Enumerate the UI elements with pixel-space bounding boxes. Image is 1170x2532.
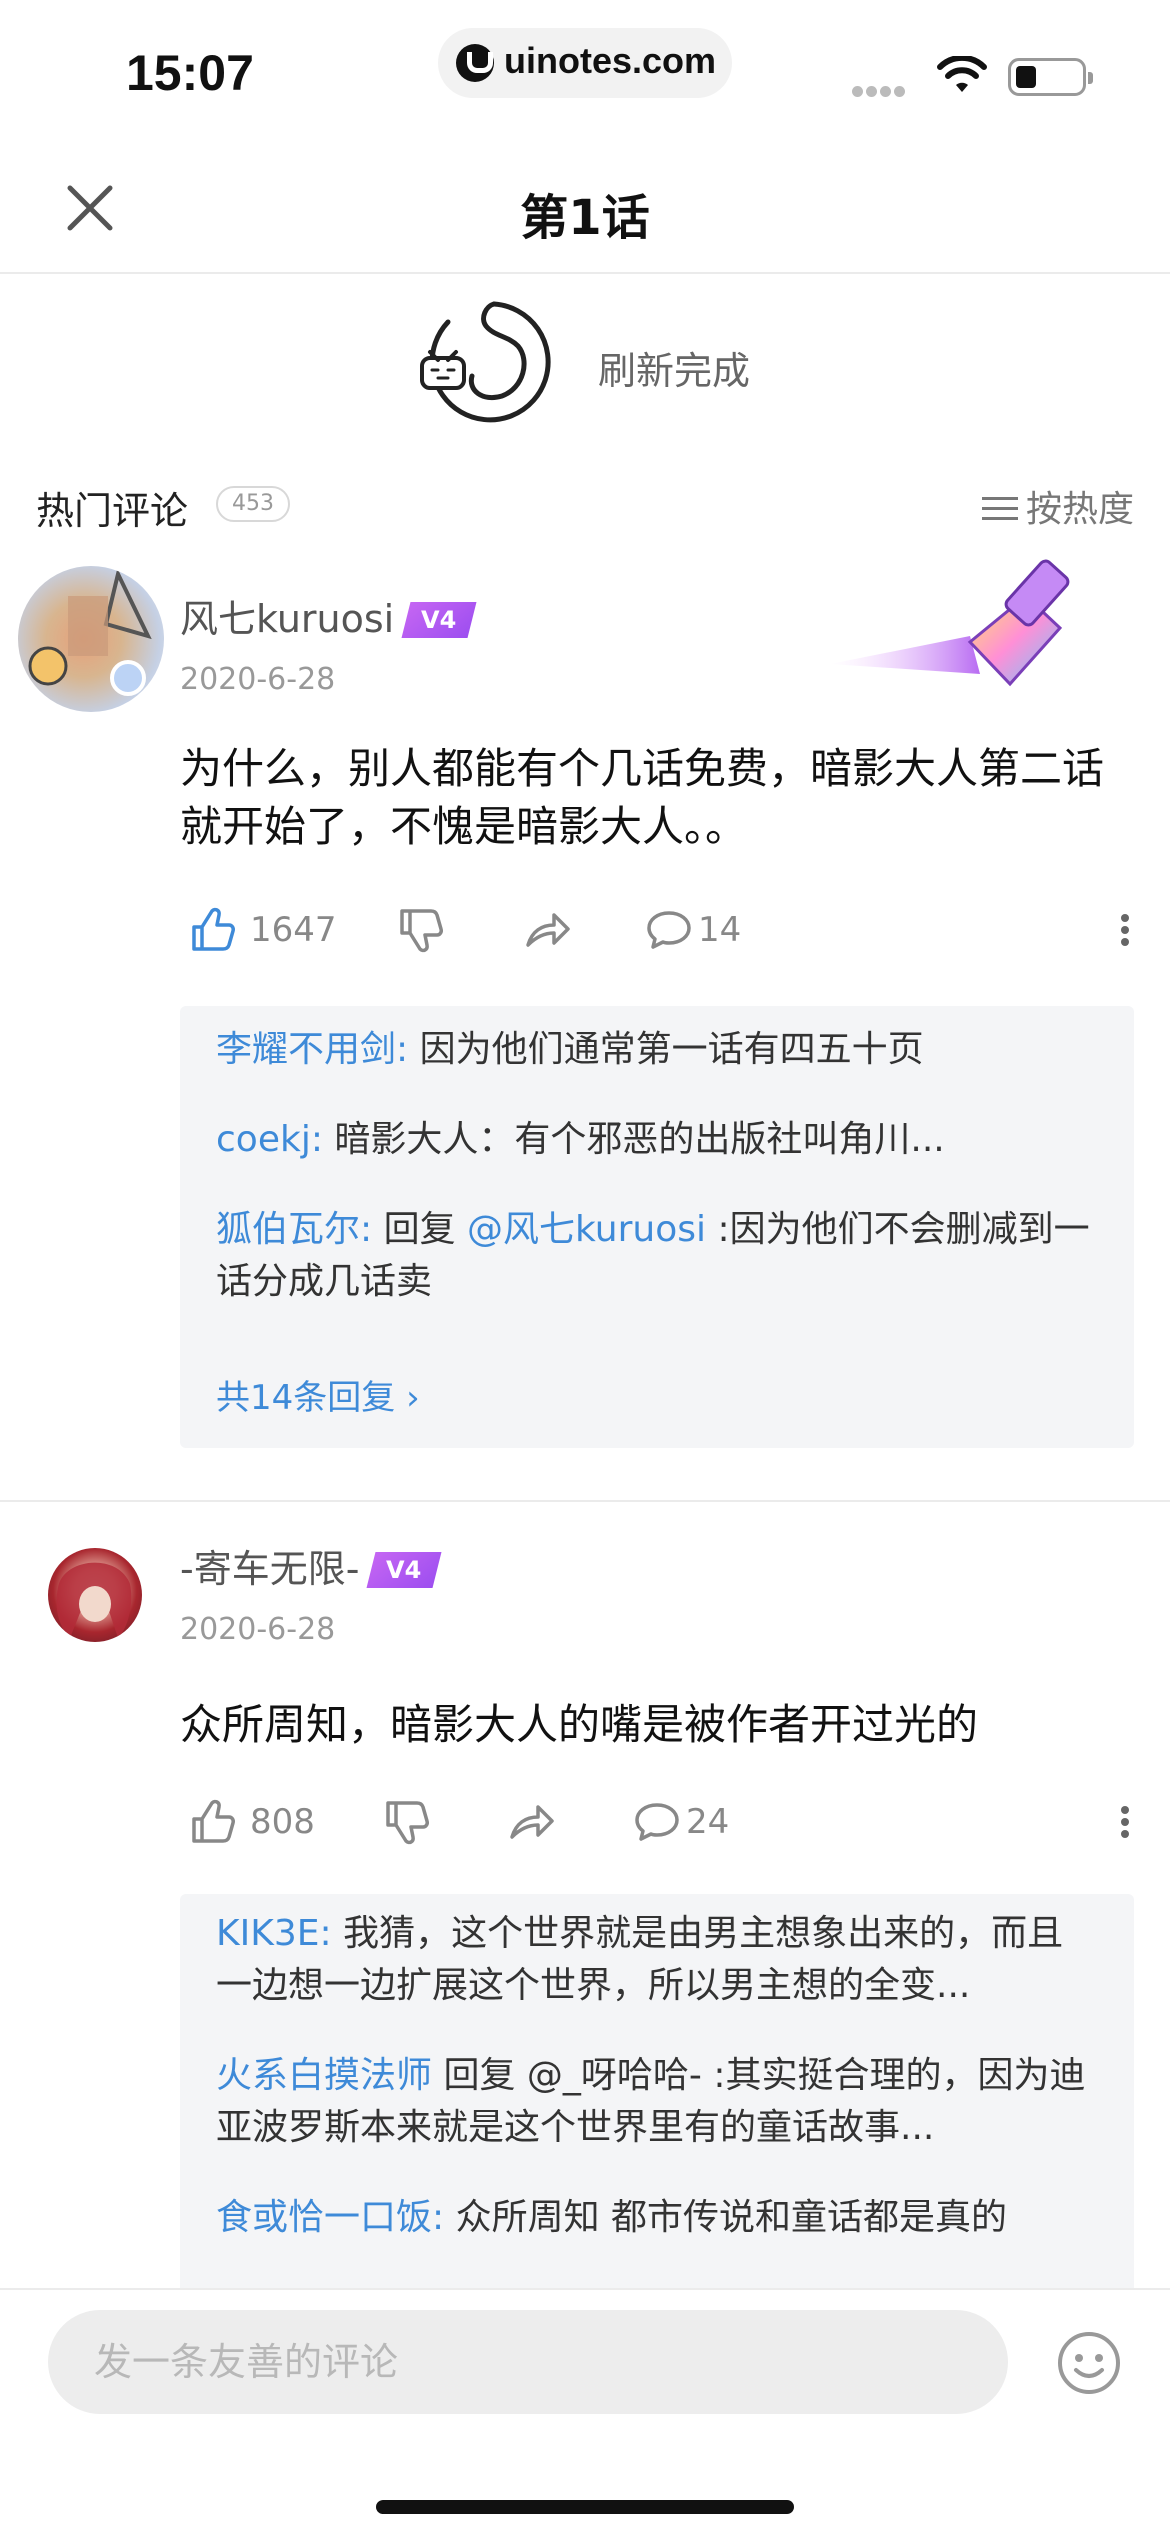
more-options-button[interactable] bbox=[1110, 900, 1140, 960]
comment-input[interactable] bbox=[48, 2310, 1008, 2414]
wifi-icon bbox=[937, 56, 987, 92]
paintbrush-decoration-icon bbox=[830, 559, 1070, 687]
refresh-indicator: 刷新完成 bbox=[0, 290, 1170, 450]
vip-level-badge: V4 bbox=[366, 1552, 442, 1588]
more-options-button[interactable] bbox=[1110, 1792, 1140, 1852]
thumbs-down-icon bbox=[386, 1801, 429, 1845]
dislike-button[interactable] bbox=[396, 900, 446, 960]
reply-preview-box: 李耀不用剑: 因为他们通常第一话有四五十页 coekj: 暗影大人：有个邪恶的出… bbox=[180, 1006, 1134, 1448]
reply-item[interactable]: 狐伯瓦尔: 回复 @风七kuruosi :因为他们不会删减到一话分成几话卖 bbox=[216, 1204, 1098, 1308]
like-count: 808 bbox=[250, 1802, 315, 1842]
username-text: 风七kuruosi bbox=[180, 597, 395, 641]
comment-item: 风七kuruosi V4 2020-6-28 为什么，别人都能有个几话免费，暗影大… bbox=[0, 559, 1170, 1490]
sort-label: 按热度 bbox=[1025, 489, 1134, 530]
sort-button[interactable]: 按热度 bbox=[981, 480, 1134, 532]
comment-section-header: 热门评论 453 按热度 bbox=[0, 472, 1170, 538]
comment-item: -寄车无限- V4 2020-6-28 众所周知，暗影大人的嘴是被作者开过光的 8… bbox=[0, 1502, 1170, 2314]
reply-item[interactable]: 食或恰一口饭: 众所周知 都市传说和童话都是真的 bbox=[216, 2192, 1098, 2244]
reply-prefix: 回复 bbox=[432, 2055, 527, 2096]
comment-content: 众所周知，暗影大人的嘴是被作者开过光的 bbox=[180, 1700, 979, 1749]
comment-actions: 808 24 bbox=[180, 1792, 1140, 1852]
comment-composer-bar bbox=[0, 2288, 1170, 2532]
battery-icon bbox=[1008, 58, 1093, 96]
refresh-status-text: 刷新完成 bbox=[598, 349, 751, 393]
thumbs-up-icon bbox=[192, 907, 235, 951]
reply-button[interactable]: 14 bbox=[644, 900, 741, 960]
vip-level-badge: V4 bbox=[401, 602, 477, 638]
reply-item[interactable]: KIK3E: 我猜，这个世界就是由男主想象出来的，而且一边想一边扩展这个世界，所… bbox=[216, 1908, 1098, 2012]
site-logo-icon bbox=[456, 44, 494, 82]
view-all-replies-link[interactable]: 共14条回复 › bbox=[216, 1370, 420, 1419]
reply-item[interactable]: 火系白摸法师 回复 @_呀哈哈- :其实挺合理的，因为迪亚波罗斯本来就是这个世界… bbox=[216, 2050, 1098, 2154]
reply-user[interactable]: 狐伯瓦尔: bbox=[216, 1209, 372, 1250]
url-pill[interactable]: uinotes.com bbox=[438, 28, 732, 98]
speech-bubble-icon bbox=[647, 911, 691, 949]
reply-item[interactable]: 李耀不用剑: 因为他们通常第一话有四五十页 bbox=[216, 1024, 1098, 1076]
reply-user[interactable]: 火系白摸法师 bbox=[216, 2055, 432, 2096]
reply-text: 我猜，这个世界就是由男主想象出来的，而且一边想一边扩展这个世界，所以男主想的全变… bbox=[216, 1913, 1064, 2006]
reply-count: 14 bbox=[698, 910, 742, 950]
avatar-frame-icon bbox=[28, 568, 152, 696]
reply-prefix: 回复 bbox=[372, 1209, 468, 1250]
reply-user[interactable]: 食或恰一口饭: bbox=[216, 2197, 444, 2238]
thumbs-down-icon bbox=[400, 909, 443, 953]
status-time: 15:07 bbox=[126, 45, 254, 101]
comment-date: 2020-6-28 bbox=[180, 1612, 336, 1647]
share-icon bbox=[510, 1805, 554, 1839]
comment-username[interactable]: 风七kuruosi V4 bbox=[180, 588, 477, 643]
url-text: uinotes.com bbox=[504, 40, 717, 81]
comment-content: 为什么，别人都能有个几话免费，暗影大人第二话就开始了，不愧是暗影大人。。 bbox=[180, 744, 1105, 851]
reply-preview-box: KIK3E: 我猜，这个世界就是由男主想象出来的，而且一边想一边扩展这个世界，所… bbox=[180, 1894, 1134, 2314]
emoji-icon[interactable] bbox=[1056, 2330, 1122, 2396]
thumbs-up-icon bbox=[192, 1799, 235, 1843]
like-count: 1647 bbox=[250, 910, 337, 950]
comment-actions: 1647 14 bbox=[180, 900, 1140, 960]
status-bar: 15:07 uinotes.com bbox=[0, 0, 1170, 140]
reply-user[interactable]: KIK3E: bbox=[216, 1913, 332, 1954]
cellular-signal-icon bbox=[852, 82, 908, 101]
home-indicator[interactable] bbox=[376, 2500, 794, 2514]
reply-count: 24 bbox=[686, 1802, 730, 1842]
reply-user[interactable]: 李耀不用剑: bbox=[216, 1029, 408, 1070]
comment-count-badge: 453 bbox=[216, 486, 290, 522]
refresh-mascot-icon bbox=[420, 301, 551, 423]
share-icon bbox=[526, 913, 570, 947]
reply-item[interactable]: coekj: 暗影大人：有个邪恶的出版社叫角川... bbox=[216, 1114, 1098, 1166]
avatar-portrait-icon bbox=[56, 1562, 132, 1638]
hot-comments-title: 热门评论 bbox=[36, 489, 189, 533]
share-button[interactable] bbox=[522, 900, 572, 960]
nav-bar: 第1话 bbox=[0, 140, 1170, 274]
reply-text: 众所周知 都市传说和童话都是真的 bbox=[444, 2197, 1008, 2238]
reply-user[interactable]: coekj: bbox=[216, 1119, 323, 1160]
reply-text: 因为他们通常第一话有四五十页 bbox=[408, 1029, 924, 1070]
comment-username[interactable]: -寄车无限- V4 bbox=[180, 1538, 442, 1593]
list-icon bbox=[981, 495, 1018, 523]
reply-button[interactable]: 24 bbox=[632, 1792, 729, 1852]
like-button[interactable]: 1647 bbox=[188, 900, 337, 960]
comment-date: 2020-6-28 bbox=[180, 662, 336, 697]
speech-bubble-icon bbox=[635, 1803, 679, 1841]
avatar[interactable] bbox=[18, 566, 164, 712]
reply-text: 暗影大人：有个邪恶的出版社叫角川... bbox=[322, 1119, 945, 1160]
reply-mention[interactable]: @_呀哈哈- bbox=[527, 2055, 702, 2096]
page-title: 第1话 bbox=[520, 190, 650, 246]
username-text: -寄车无限- bbox=[180, 1547, 360, 1591]
share-button[interactable] bbox=[506, 1792, 556, 1852]
dislike-button[interactable] bbox=[382, 1792, 432, 1852]
like-button[interactable]: 808 bbox=[188, 1792, 315, 1852]
avatar[interactable] bbox=[48, 1548, 142, 1642]
reply-mention[interactable]: @风七kuruosi bbox=[467, 1209, 706, 1250]
